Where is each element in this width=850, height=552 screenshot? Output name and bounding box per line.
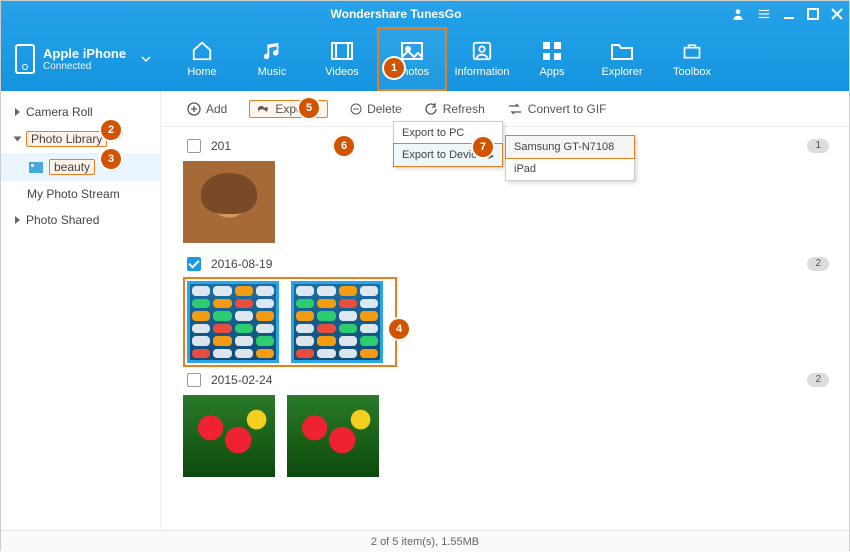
device-selector[interactable]: Apple iPhone Connected (1, 27, 161, 91)
sidebar-item-camera-roll[interactable]: Camera Roll (1, 99, 160, 125)
user-icon[interactable] (731, 7, 745, 21)
device-name: Apple iPhone (43, 46, 126, 61)
menu-label: iPad (514, 163, 536, 175)
step-badge-2: 2 (101, 120, 121, 140)
group-count: 2 (807, 373, 829, 387)
device-submenu: Samsung GT-N7108 iPad (505, 135, 635, 181)
chevron-down-icon (14, 137, 22, 142)
step-badge-3: 3 (101, 149, 121, 169)
thumbnail-row-selected (183, 277, 397, 367)
sidebar-label: My Photo Stream (27, 187, 120, 201)
nav-label: Home (187, 66, 216, 78)
status-bar: 2 of 5 item(s), 1.55MB (1, 530, 849, 552)
music-icon (259, 40, 285, 62)
nav-explorer[interactable]: Explorer (587, 27, 657, 91)
nav-home[interactable]: Home (167, 27, 237, 91)
step-badge-1: 1 (384, 58, 404, 78)
device-ipad-item[interactable]: iPad (506, 158, 634, 180)
toolbar-label: Convert to GIF (528, 102, 607, 116)
nav-videos[interactable]: Videos (307, 27, 377, 91)
delete-button[interactable]: Delete (350, 102, 402, 116)
folder-icon (609, 40, 635, 62)
step-badge-7: 7 (473, 137, 493, 157)
menu-label: Export to Device (402, 149, 483, 161)
status-text: 2 of 5 item(s), 1.55MB (371, 536, 479, 548)
export-icon (256, 103, 270, 115)
phone-icon (15, 44, 35, 74)
top-nav: Apple iPhone Connected Home Music Videos… (1, 27, 849, 91)
convert-icon (507, 103, 523, 115)
device-samsung-item[interactable]: Samsung GT-N7108 (505, 135, 635, 159)
video-icon (329, 40, 355, 62)
step-badge-5: 5 (299, 98, 319, 118)
nav-label: Explorer (602, 66, 643, 78)
nav-label: Information (454, 66, 509, 78)
title-bar: Wondershare TunesGo (1, 1, 849, 27)
photo-thumbnail[interactable] (187, 281, 279, 363)
checkbox[interactable] (187, 139, 201, 153)
refresh-button[interactable]: Refresh (424, 102, 485, 116)
step-badge-6: 6 (334, 136, 354, 156)
chevron-right-icon (15, 108, 20, 116)
checkbox-checked[interactable] (187, 257, 201, 271)
contacts-icon (469, 40, 495, 62)
home-icon (189, 40, 215, 62)
thumbnail-row (183, 393, 829, 485)
toolbar: Add Export ▾ Delete Refresh Convert to G… (161, 91, 849, 127)
toolbar-label: Delete (367, 102, 402, 116)
plus-icon (187, 102, 201, 116)
app-title: Wondershare TunesGo (61, 7, 731, 21)
sidebar-label: Photo Shared (26, 213, 99, 227)
group-count: 2 (807, 257, 829, 271)
nav-music[interactable]: Music (237, 27, 307, 91)
minimize-button[interactable] (783, 8, 795, 20)
sidebar: Camera Roll Photo Library beauty My Phot… (1, 91, 161, 530)
sidebar-label: Photo Library (26, 131, 107, 147)
chevron-down-icon (141, 54, 151, 64)
sidebar-item-photo-stream[interactable]: My Photo Stream (1, 181, 160, 207)
group-header[interactable]: 2016-08-19 2 (183, 251, 829, 277)
sidebar-item-photo-shared[interactable]: Photo Shared (1, 207, 160, 233)
nav-label: Toolbox (673, 66, 711, 78)
close-button[interactable] (831, 8, 843, 20)
menu-label: Samsung GT-N7108 (514, 141, 614, 153)
group-header[interactable]: 2015-02-24 2 (183, 367, 829, 393)
nav-information[interactable]: Information (447, 27, 517, 91)
photo-thumbnail[interactable] (183, 395, 275, 477)
toolbar-label: Refresh (443, 102, 485, 116)
album-icon (29, 162, 43, 173)
refresh-icon (424, 102, 438, 116)
photo-thumbnail[interactable] (287, 395, 379, 477)
sidebar-item-photo-library[interactable]: Photo Library (1, 125, 160, 153)
group-count: 1 (807, 139, 829, 153)
content-area: Add Export ▾ Delete Refresh Convert to G… (161, 91, 849, 530)
group-date: 2015-02-24 (211, 373, 272, 387)
maximize-button[interactable] (807, 8, 819, 20)
checkbox[interactable] (187, 373, 201, 387)
delete-icon (350, 102, 362, 116)
nav-apps[interactable]: Apps (517, 27, 587, 91)
toolbox-icon (679, 40, 705, 62)
sidebar-item-beauty[interactable]: beauty (1, 153, 160, 181)
convert-gif-button[interactable]: Convert to GIF (507, 102, 607, 116)
sidebar-label: beauty (49, 159, 95, 175)
add-button[interactable]: Add (187, 102, 227, 116)
device-status: Connected (43, 61, 126, 72)
step-badge-4: 4 (389, 319, 409, 339)
apps-icon (539, 40, 565, 62)
photo-thumbnail[interactable] (183, 161, 275, 243)
settings-menu-icon[interactable] (757, 7, 771, 21)
nav-label: Videos (325, 66, 358, 78)
photo-groups: 201 1 2016-08-19 2 2015-02-24 2 (161, 127, 849, 530)
nav-label: Music (258, 66, 287, 78)
group-date: 201 (211, 139, 231, 153)
toolbar-label: Add (206, 102, 227, 116)
group-date: 2016-08-19 (211, 257, 272, 271)
sidebar-label: Camera Roll (26, 105, 93, 119)
photo-thumbnail[interactable] (291, 281, 383, 363)
chevron-right-icon (15, 216, 20, 224)
nav-toolbox[interactable]: Toolbox (657, 27, 727, 91)
photos-icon (399, 40, 425, 62)
nav-label: Apps (539, 66, 564, 78)
